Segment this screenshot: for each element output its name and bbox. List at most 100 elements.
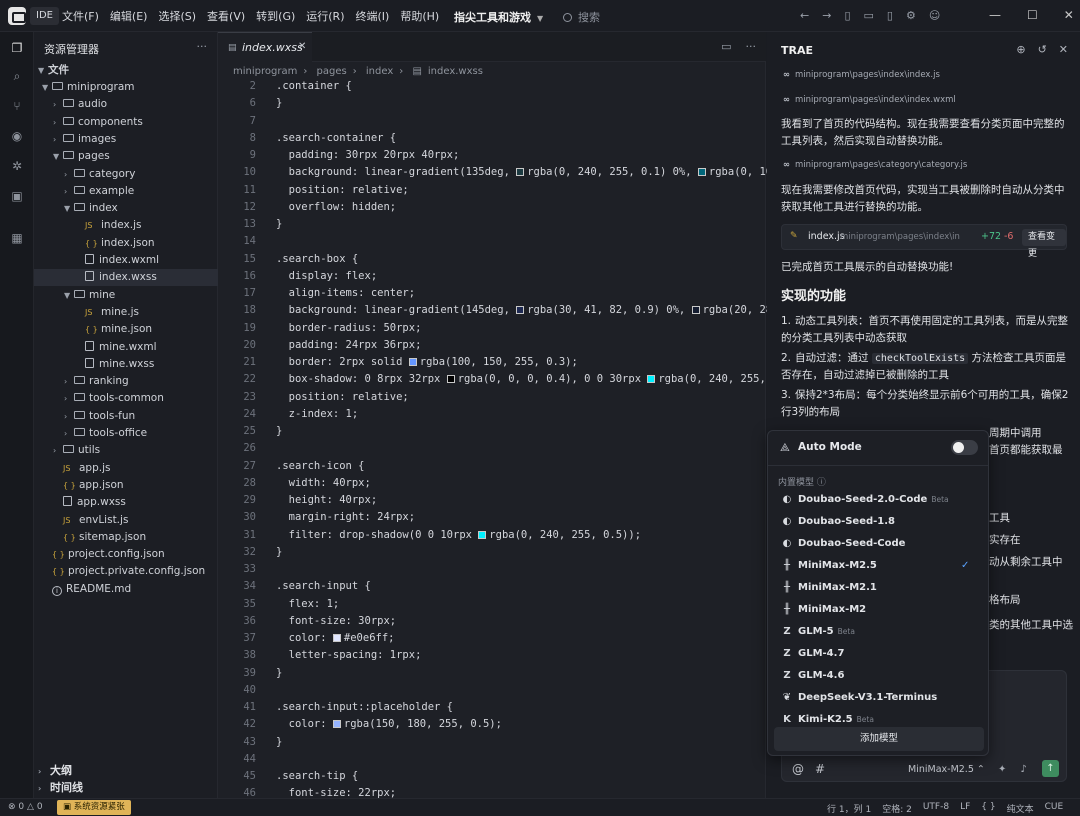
tab-index-wxss[interactable]: ▤ index.wxss ✕ xyxy=(218,32,312,62)
close-tab-icon[interactable]: ✕ xyxy=(298,41,306,52)
sparkle-icon[interactable]: ✦ xyxy=(998,764,1006,775)
send-button[interactable]: ↑ xyxy=(1042,760,1059,777)
file-item[interactable]: index.wxml xyxy=(34,252,218,269)
file-item[interactable]: mine.wxss xyxy=(34,356,218,373)
file-item[interactable]: { } index.json xyxy=(34,235,218,252)
file-item[interactable]: { } sitemap.json xyxy=(34,529,218,546)
file-item[interactable]: { } app.json xyxy=(34,477,218,494)
folder-item[interactable]: ▼ index xyxy=(34,200,218,217)
file-item[interactable]: JS mine.js xyxy=(34,304,218,321)
model-option[interactable]: ❦ DeepSeek-V3.1-Terminus xyxy=(768,687,988,709)
ide-badge[interactable]: IDE xyxy=(30,7,59,25)
color-swatch[interactable] xyxy=(408,358,417,366)
model-option[interactable]: Z GLM-4.6 xyxy=(768,665,988,687)
global-search[interactable]: 搜索 xyxy=(563,9,600,25)
color-swatch[interactable] xyxy=(332,634,341,642)
folder-item[interactable]: › category xyxy=(34,166,218,183)
model-option[interactable]: ◐ Doubao-Seed-Code xyxy=(768,533,988,555)
file-item[interactable]: { } project.private.config.json xyxy=(34,563,218,580)
project-selector[interactable]: 指尖工具和游戏 ▼ xyxy=(454,9,543,25)
line-ending[interactable]: LF xyxy=(960,802,970,815)
language-mode[interactable]: 纯文本 xyxy=(1007,802,1034,815)
preview-icon[interactable]: ◉ xyxy=(9,128,25,144)
file-item[interactable]: JS app.js xyxy=(34,460,218,477)
info-icon[interactable]: ⓘ xyxy=(817,478,826,488)
file-item[interactable]: { } project.config.json xyxy=(34,546,218,563)
code-area[interactable]: 2 .container {6} 7 8 .search-container {9 pa… xyxy=(218,78,778,799)
source-control-icon[interactable]: ⑂ xyxy=(9,98,25,114)
model-option[interactable]: ◐ Doubao-Seed-1.8 xyxy=(768,511,988,533)
menu-item[interactable]: 转到(G) xyxy=(256,8,295,24)
menu-item[interactable]: 文件(F) xyxy=(62,8,99,24)
history-icon[interactable]: ↺ xyxy=(1038,43,1047,56)
menu-item[interactable]: 编辑(E) xyxy=(110,8,148,24)
color-swatch[interactable] xyxy=(478,530,487,539)
extensions-icon[interactable]: ▣ xyxy=(9,188,25,204)
breadcrumb-item[interactable]: pages xyxy=(317,66,347,77)
file-item[interactable]: { } mine.json xyxy=(34,321,218,338)
indentation[interactable]: 空格: 2 xyxy=(882,802,912,815)
split-editor-icon[interactable]: ▭ xyxy=(721,40,731,53)
color-swatch[interactable] xyxy=(691,306,700,315)
more-icon[interactable]: ··· xyxy=(746,40,757,53)
file-item[interactable]: i README.md xyxy=(34,581,218,598)
maximize-icon[interactable]: ☐ xyxy=(1027,8,1038,22)
search-icon[interactable]: ⌕ xyxy=(9,68,25,84)
language-braces[interactable]: { } xyxy=(981,802,995,815)
resource-warning-badge[interactable]: ▣ 系统资源紧张 xyxy=(57,800,131,815)
folder-item[interactable]: › tools-fun xyxy=(34,408,218,425)
encoding[interactable]: UTF-8 xyxy=(923,802,949,815)
color-swatch[interactable] xyxy=(516,306,525,315)
breadcrumb-item[interactable]: index.wxss xyxy=(428,66,483,77)
folder-item[interactable]: › tools-common xyxy=(34,390,218,407)
context-icon[interactable]: # xyxy=(815,762,825,776)
more-icon[interactable]: ··· xyxy=(197,40,208,53)
model-option[interactable]: Z GLM-4.7 xyxy=(768,643,988,665)
account-icon[interactable]: ☺ xyxy=(929,9,940,22)
model-option[interactable]: Z GLM-5 Beta xyxy=(768,621,988,643)
model-option[interactable]: ╫ MiniMax-M2 xyxy=(768,599,988,621)
add-model-button[interactable]: 添加模型 xyxy=(774,727,984,751)
mention-icon[interactable]: @ xyxy=(792,762,804,776)
menu-item[interactable]: 终端(I) xyxy=(356,8,390,24)
folder-item[interactable]: › tools-office xyxy=(34,425,218,442)
view-changes-button[interactable]: 查看变更 xyxy=(1022,229,1066,259)
file-reference[interactable]: ∞ miniprogram\pages\category\category.js xyxy=(783,160,967,170)
forward-icon[interactable]: → xyxy=(822,9,831,22)
file-item[interactable]: app.wxss xyxy=(34,494,218,511)
new-chat-icon[interactable]: ⊕ xyxy=(1016,43,1025,56)
color-swatch[interactable] xyxy=(697,168,706,177)
folder-item[interactable]: ▼ mine xyxy=(34,287,218,304)
close-icon[interactable]: ✕ xyxy=(1064,8,1074,22)
menu-item[interactable]: 运行(R) xyxy=(306,8,344,24)
close-icon[interactable]: ✕ xyxy=(1059,43,1068,56)
menu-item[interactable]: 选择(S) xyxy=(158,8,196,24)
toggle-sidebar-icon[interactable]: ▯ xyxy=(844,9,850,22)
color-swatch[interactable] xyxy=(516,168,525,177)
file-item[interactable]: mine.wxml xyxy=(34,339,218,356)
debug-icon[interactable]: ✲ xyxy=(9,158,25,174)
file-reference[interactable]: ∞ miniprogram\pages\index\index.js xyxy=(783,70,940,80)
layout-icon[interactable]: ▦ xyxy=(9,230,25,246)
model-option[interactable]: ╫ MiniMax-M2.5 ✓ xyxy=(768,555,988,577)
folder-item[interactable]: › images xyxy=(34,131,218,148)
folder-item[interactable]: › utils xyxy=(34,442,218,459)
cue-status[interactable]: CUE xyxy=(1045,802,1064,815)
folder-item[interactable]: › ranking xyxy=(34,373,218,390)
minimize-icon[interactable]: — xyxy=(989,8,1001,22)
outline-section[interactable]: › 大纲 xyxy=(34,762,218,779)
cursor-position[interactable]: 行 1，列 1 xyxy=(827,802,871,815)
color-swatch[interactable] xyxy=(446,375,455,384)
problems-indicator[interactable]: ⊗ 0 △ 0 xyxy=(8,802,43,812)
color-swatch[interactable] xyxy=(647,375,656,384)
folder-item[interactable]: › audio xyxy=(34,96,218,113)
folder-item[interactable]: › example xyxy=(34,183,218,200)
file-item[interactable]: JS index.js xyxy=(34,217,218,234)
settings-icon[interactable]: ⚙ xyxy=(906,9,916,22)
timeline-section[interactable]: › 时间线 xyxy=(34,779,218,796)
model-option[interactable]: ╫ MiniMax-M2.1 xyxy=(768,577,988,599)
file-item[interactable]: JS envList.js xyxy=(34,512,218,529)
explorer-icon[interactable]: ❐ xyxy=(6,37,28,59)
model-selector[interactable]: MiniMax-M2.5 ⌃ xyxy=(908,764,985,775)
auto-mode-toggle[interactable] xyxy=(951,440,978,455)
